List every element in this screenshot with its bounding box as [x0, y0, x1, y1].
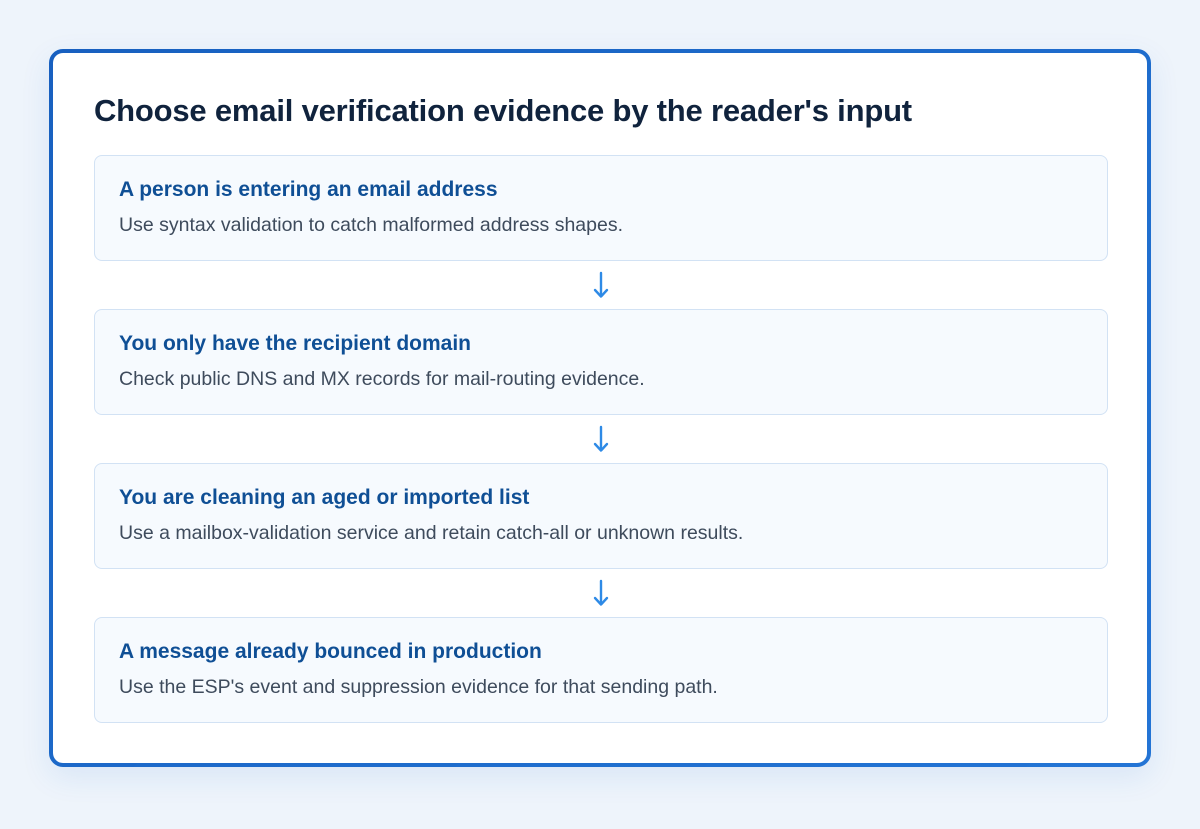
step-connector: [94, 261, 1108, 309]
step-description: Check public DNS and MX records for mail…: [119, 368, 645, 390]
arrow-down-icon: [593, 271, 609, 298]
step-description: Use the ESP's event and suppression evid…: [119, 676, 718, 698]
step-connector: [94, 415, 1108, 463]
step-title: A message already bounced in production: [119, 640, 542, 663]
step-connector: [94, 569, 1108, 617]
step-title: A person is entering an email address: [119, 178, 498, 201]
step-card-4: A message already bounced in production …: [94, 617, 1108, 723]
step-card-1: A person is entering an email address Us…: [94, 155, 1108, 261]
step-title: You are cleaning an aged or imported lis…: [119, 486, 530, 509]
arrow-down-icon: [593, 579, 609, 606]
step-list: A person is entering an email address Us…: [94, 155, 1108, 723]
step-card-2: You only have the recipient domain Check…: [94, 309, 1108, 415]
step-description: Use a mailbox-validation service and ret…: [119, 522, 744, 544]
step-title: You only have the recipient domain: [119, 332, 472, 355]
arrow-down-icon: [593, 425, 609, 452]
decision-card: Choose email verification evidence by th…: [49, 49, 1151, 767]
step-card-3: You are cleaning an aged or imported lis…: [94, 463, 1108, 569]
page-title: Choose email verification evidence by th…: [94, 93, 912, 128]
step-description: Use syntax validation to catch malformed…: [119, 214, 624, 236]
